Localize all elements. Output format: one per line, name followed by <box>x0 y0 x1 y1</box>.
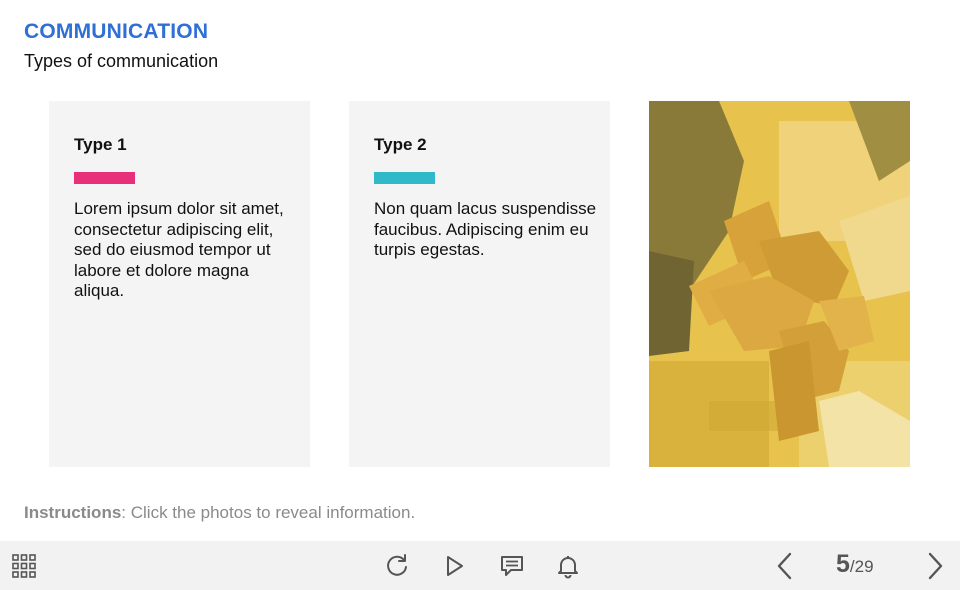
player-toolbar <box>0 541 960 590</box>
team-hands-photo[interactable] <box>649 101 910 467</box>
card-text: Non quam lacus suspendisse faucibus. Adi… <box>374 199 597 259</box>
page-subtitle: Types of communication <box>24 51 219 71</box>
card-accent-bar <box>374 172 435 184</box>
play-icon[interactable] <box>439 551 469 581</box>
card-text: Lorem ipsum dolor sit amet, consectetur … <box>74 199 284 300</box>
grid-menu-icon[interactable] <box>9 551 39 581</box>
total-pages: /29 <box>849 557 874 576</box>
team-hands-image <box>649 101 910 467</box>
card-type-2: Type 2 Non quam lacus suspendisse faucib… <box>349 101 610 467</box>
bell-icon[interactable] <box>553 551 583 581</box>
card-title: Type 1 <box>74 135 127 154</box>
chevron-right-icon[interactable] <box>920 551 950 581</box>
card-type-1: Type 1 Lorem ipsum dolor sit amet, conse… <box>49 101 310 467</box>
card-accent-bar <box>74 172 135 184</box>
chevron-left-icon[interactable] <box>770 551 800 581</box>
captions-icon[interactable] <box>497 551 527 581</box>
current-page: 5 <box>836 550 850 578</box>
page-title: COMMUNICATION <box>24 20 209 43</box>
instructions-label: Instructions <box>24 503 122 522</box>
instructions-body: : Click the photos to reveal information… <box>121 503 416 522</box>
page-counter: 5/29 <box>836 550 874 584</box>
replay-icon[interactable] <box>382 551 412 581</box>
instructions-text: Instructions: Click the photos to reveal… <box>24 503 415 523</box>
card-title: Type 2 <box>374 135 427 154</box>
